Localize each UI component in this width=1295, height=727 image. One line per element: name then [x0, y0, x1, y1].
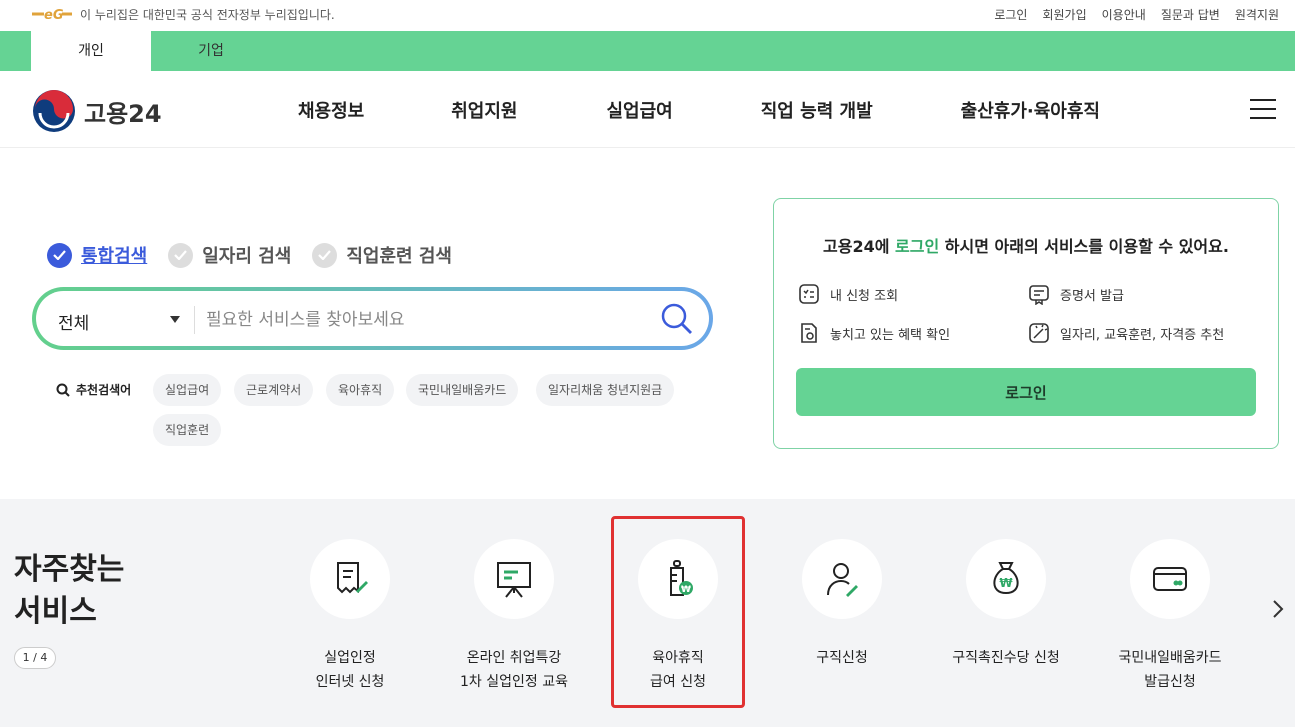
utility-nav: 로그인 회원가입 이용안내 질문과 답변 원격지원 [979, 6, 1279, 23]
tab-business[interactable]: 기업 [151, 31, 271, 71]
nav-vocational-training[interactable]: 직업 능력 개발 [761, 97, 873, 123]
magic-wand-icon [1029, 323, 1049, 343]
service-name-line: 육아휴직 [652, 650, 704, 666]
util-guide-link[interactable]: 이용안내 [1102, 6, 1146, 23]
keyword-chip[interactable]: 직업훈련 [153, 414, 222, 446]
svg-text:eG: eG [44, 8, 64, 22]
search-input[interactable] [206, 303, 646, 337]
gov-banner: eG 이 누리집은 대한민국 공식 전자정부 누리집입니다. 로그인 회원가입 … [0, 0, 1295, 30]
service-job-seeking[interactable]: 구직신청 [767, 539, 917, 670]
check-circle-icon [47, 242, 72, 268]
search-type-label: 일자리 검색 [202, 246, 292, 267]
check-circle-icon [168, 242, 194, 268]
document-edit-icon [337, 562, 368, 594]
dropdown-triangle-icon[interactable] [170, 316, 180, 323]
frequent-services-section: 자주찾는 서비스 1 / 4 실업인정 인터넷 신청 온라인 취업특강 1차 실… [0, 499, 1295, 727]
service-unemployment-recognition[interactable]: 실업인정 인터넷 신청 [275, 539, 425, 694]
money-bag-icon: ₩ [993, 562, 1019, 595]
checklist-icon [799, 284, 819, 304]
keyword-chip[interactable]: 실업급여 [153, 374, 222, 406]
keyword-chip[interactable]: 육아휴직 [326, 374, 395, 406]
card-icon [1153, 567, 1187, 591]
service-label: 놓치고 있는 혜택 확인 [830, 327, 951, 343]
service-name-line: 발급신청 [1144, 674, 1196, 690]
service-recommendations: 일자리, 교육훈련, 자격증 추천 [1028, 322, 1224, 344]
util-qna-link[interactable]: 질문과 답변 [1161, 6, 1220, 23]
service-name-line: 급여 신청 [650, 674, 706, 690]
tab-individual[interactable]: 개인 [31, 31, 151, 71]
login-title-highlight: 로그인 [895, 237, 940, 256]
search-type-jobs[interactable]: 일자리 검색 [168, 242, 291, 268]
keyword-chip[interactable]: 일자리채움 청년지원금 [536, 374, 675, 406]
chevron-right-icon[interactable] [1268, 597, 1288, 621]
document-search-icon [801, 323, 817, 343]
brand-name: 고용24 [84, 99, 162, 128]
service-certificates: 증명서 발급 [1028, 283, 1124, 305]
util-signup-link[interactable]: 회원가입 [1042, 6, 1086, 23]
check-circle-icon [312, 242, 338, 268]
login-prompt-title: 고용24에 로그인 하시면 아래의 서비스를 이용할 수 있어요. [774, 233, 1278, 257]
search-type-group: 통합검색 일자리 검색 직업훈련 검색 [47, 242, 473, 268]
util-remote-link[interactable]: 원격지원 [1235, 6, 1279, 23]
search-type-integrated[interactable]: 통합검색 [47, 242, 147, 268]
keyword-chip[interactable]: 근로계약서 [234, 374, 314, 406]
search-type-training[interactable]: 직업훈련 검색 [312, 242, 452, 268]
search-type-label: 통합검색 [81, 246, 148, 267]
service-name-line: 구직신청 [816, 650, 868, 666]
person-edit-icon [827, 563, 858, 597]
brand-logo-link[interactable]: 고용24 [32, 89, 162, 133]
search-icon [56, 383, 70, 397]
service-label: 증명서 발급 [1060, 288, 1124, 304]
taegeuk-emblem-icon [33, 90, 75, 132]
service-missed-benefits: 놓치고 있는 혜택 확인 [798, 322, 950, 344]
service-name-line: 실업인정 [324, 650, 376, 666]
nav-employment-support[interactable]: 취업지원 [451, 97, 517, 123]
login-button[interactable]: 로그인 [796, 368, 1256, 416]
keyword-chip[interactable]: 국민내일배움카드 [406, 374, 519, 406]
service-my-applications: 내 신청 조회 [798, 283, 898, 305]
svg-text:₩: ₩ [681, 585, 691, 595]
egov-logo-icon: eG [32, 8, 72, 22]
title-line: 자주찾는 [14, 552, 125, 587]
recommend-label-text: 추천검색어 [76, 383, 132, 397]
frequent-services-title: 자주찾는 서비스 [14, 549, 154, 633]
svg-text:₩: ₩ [999, 576, 1013, 590]
util-login-link[interactable]: 로그인 [994, 6, 1027, 23]
gov-banner-text: 이 누리집은 대한민국 공식 전자정부 누리집입니다. [80, 8, 335, 22]
nav-jobs[interactable]: 채용정보 [298, 97, 364, 123]
login-prompt-box: 고용24에 로그인 하시면 아래의 서비스를 이용할 수 있어요. 내 신청 조… [773, 198, 1279, 449]
service-name-line: 온라인 취업특강 [466, 650, 562, 666]
service-label: 일자리, 교육훈련, 자격증 추천 [1060, 327, 1225, 343]
search-category-select[interactable]: 전체 [58, 309, 89, 334]
service-name-line: 1차 실업인정 교육 [460, 674, 568, 690]
global-nav: 채용정보 취업지원 실업급여 직업 능력 개발 출산휴가·육아휴직 [298, 97, 1100, 123]
service-name-line: 국민내일배움카드 [1118, 650, 1222, 666]
certificate-icon [1029, 285, 1049, 305]
user-type-tab-bar: 개인 기업 [0, 31, 1295, 71]
search-box: 전체 [32, 287, 713, 350]
service-parental-leave-benefit[interactable]: ₩ 육아휴직 급여 신청 [603, 539, 753, 694]
service-online-lecture[interactable]: 온라인 취업특강 1차 실업인정 교육 [439, 539, 589, 694]
search-icon[interactable] [660, 302, 694, 336]
service-learning-card[interactable]: 국민내일배움카드 발급신청 [1095, 539, 1245, 694]
nav-parental-leave[interactable]: 출산휴가·육아휴직 [961, 97, 1100, 123]
nav-unemployment-benefit[interactable]: 실업급여 [607, 97, 673, 123]
service-label: 내 신청 조회 [830, 288, 899, 304]
service-name-line: 인터넷 신청 [315, 674, 385, 690]
login-title-prefix: 고용24에 [823, 237, 896, 256]
presentation-board-icon [497, 562, 531, 598]
recommend-label: 추천검색어 [56, 381, 131, 398]
search-type-label: 직업훈련 검색 [346, 246, 452, 267]
main-header: 고용24 채용정보 취업지원 실업급여 직업 능력 개발 출산휴가·육아휴직 [0, 71, 1295, 148]
service-name-line: 구직촉진수당 신청 [952, 650, 1060, 666]
login-title-suffix: 하시면 아래의 서비스를 이용할 수 있어요. [939, 237, 1229, 256]
title-line: 서비스 [14, 594, 97, 629]
service-job-promotion-allowance[interactable]: ₩ 구직촉진수당 신청 [931, 539, 1081, 670]
carousel-pager: 1 / 4 [14, 647, 56, 669]
baby-bottle-won-icon: ₩ [670, 560, 693, 596]
menu-hamburger-icon[interactable] [1250, 99, 1276, 119]
search-divider [194, 306, 195, 334]
